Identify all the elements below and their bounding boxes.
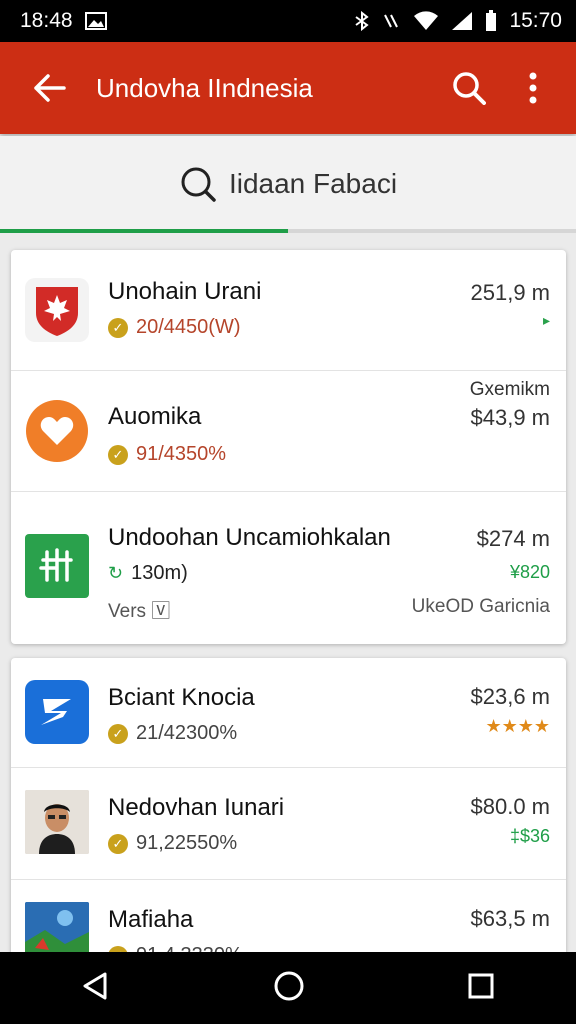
app-price: $80.0 m <box>470 794 551 819</box>
list-item[interactable]: Nedovhan Iunari ✓ 91,22550% $80.0 m ‡$36 <box>11 768 566 880</box>
nav-recents-button[interactable] <box>467 972 495 1005</box>
status-bar: 18:48 15:70 <box>0 0 576 42</box>
search-underline-active <box>0 229 288 233</box>
wifi-icon <box>414 11 439 30</box>
recents-square-icon <box>468 973 494 998</box>
app-meta: ✓ 91/4350% <box>108 443 226 466</box>
battery-icon <box>486 10 497 31</box>
app-price-change: ‡$36 <box>509 826 550 846</box>
app-price: 251,9 m <box>470 280 551 305</box>
home-circle-icon <box>274 971 304 1000</box>
app-bar: Undovha IIndnesia <box>0 42 576 134</box>
app-meta: ✓ 21/42300% <box>108 722 237 745</box>
status-time-left: 18:48 <box>20 9 73 32</box>
back-button[interactable] <box>26 65 72 111</box>
status-right: 15:70 <box>353 9 562 33</box>
app-name: Auomika <box>108 403 202 430</box>
app-name: Undoohan Uncamiohkalan <box>108 524 391 551</box>
app-icon-blue <box>25 680 89 744</box>
app-icon-shield <box>25 278 89 342</box>
list-item[interactable]: Bciant Knocia ✓ 21/42300% $23,6 m ★★★★ <box>11 658 566 768</box>
z-logo-icon <box>41 699 71 725</box>
app-meta: ✓ 20/4450(W) <box>108 316 241 339</box>
image-notification-icon <box>84 12 107 30</box>
list-item[interactable]: Auomika ✓ 91/4350% Gxemikm $43,9 m <box>11 371 566 492</box>
nav-back-button[interactable] <box>81 971 111 1006</box>
app-name: Unohain Urani <box>108 278 262 305</box>
app-name: Mafiaha <box>108 906 194 933</box>
person-avatar-icon <box>25 790 89 854</box>
back-triangle-icon <box>83 972 107 999</box>
list-item[interactable]: Unohain Urani ✓ 20/4450(W) 251,9 m ▸ <box>11 250 566 371</box>
vibrate-icon <box>384 14 399 28</box>
verified-badge-icon: ✓ <box>108 444 128 465</box>
list-item[interactable]: Undoohan Uncamiohkalan ↻ 130m) Vers 🅅 $2… <box>11 492 566 644</box>
signal-icon <box>452 12 473 30</box>
heart-chat-icon <box>26 400 88 462</box>
more-vert-icon <box>529 72 537 104</box>
app-developer: UkeOD Garicnia <box>411 596 550 617</box>
app-icon-green <box>25 534 89 598</box>
app-meta-text: 21/42300% <box>136 722 238 744</box>
bluetooth-icon <box>355 11 370 31</box>
app-meta-text: 130m) <box>131 562 188 584</box>
system-nav-bar <box>0 952 576 1024</box>
app-icon-avatar <box>25 790 89 854</box>
list-item[interactable]: Mafiaha ✓ 91,4,3330% $63,5 m <box>11 880 566 958</box>
app-price: $43,9 m <box>470 405 551 430</box>
app-price: $23,6 m <box>470 684 551 709</box>
maple-shield-icon <box>36 287 78 336</box>
app-price: $63,5 m <box>470 906 551 931</box>
app-price-label: Gxemikm <box>469 379 550 400</box>
app-title: Undovha IIndnesia <box>96 72 313 103</box>
app-name: Bciant Knocia <box>108 684 255 711</box>
app-icon-game <box>25 902 89 958</box>
app-trend: ▸ <box>542 312 550 328</box>
app-meta: ↻ 130m) <box>108 562 188 585</box>
app-meta-text: 20/4450(W) <box>136 316 241 338</box>
search-placeholder: Iidaan Fabaci <box>228 168 398 199</box>
app-price-change: ¥820 <box>509 562 550 582</box>
app-name: Nedovhan Iunari <box>108 794 285 821</box>
app-meta-text: 91,22550% <box>136 832 238 854</box>
nav-home-button[interactable] <box>273 970 305 1007</box>
verified-badge-icon: ✓ <box>108 723 128 744</box>
app-meta-text: 91/4350% <box>136 443 227 465</box>
search-button[interactable] <box>446 65 492 111</box>
app-version: Vers 🅅 <box>108 601 171 622</box>
app-meta: ✓ 91,22550% <box>108 832 237 855</box>
verified-badge-icon: ✓ <box>108 833 128 854</box>
verified-badge-icon: ✓ <box>108 317 128 338</box>
game-artwork-icon <box>25 902 89 958</box>
search-icon <box>181 167 216 202</box>
search-field[interactable]: Iidaan Fabaci <box>0 136 576 232</box>
app-icon-heart <box>25 399 89 463</box>
results-card-2: Bciant Knocia ✓ 21/42300% $23,6 m ★★★★ N… <box>11 658 566 958</box>
results-card-1: Unohain Urani ✓ 20/4450(W) 251,9 m ▸ Auo… <box>11 250 566 644</box>
refresh-icon: ↻ <box>108 563 124 583</box>
grid-plant-icon <box>39 548 73 582</box>
app-rating: ★★★★ <box>485 716 550 736</box>
more-options-button[interactable] <box>510 65 556 111</box>
arrow-left-icon <box>34 74 66 102</box>
status-time-right: 15:70 <box>509 9 562 32</box>
status-left: 18:48 <box>20 9 107 33</box>
search-icon <box>453 72 486 105</box>
app-price: $274 m <box>476 526 550 551</box>
